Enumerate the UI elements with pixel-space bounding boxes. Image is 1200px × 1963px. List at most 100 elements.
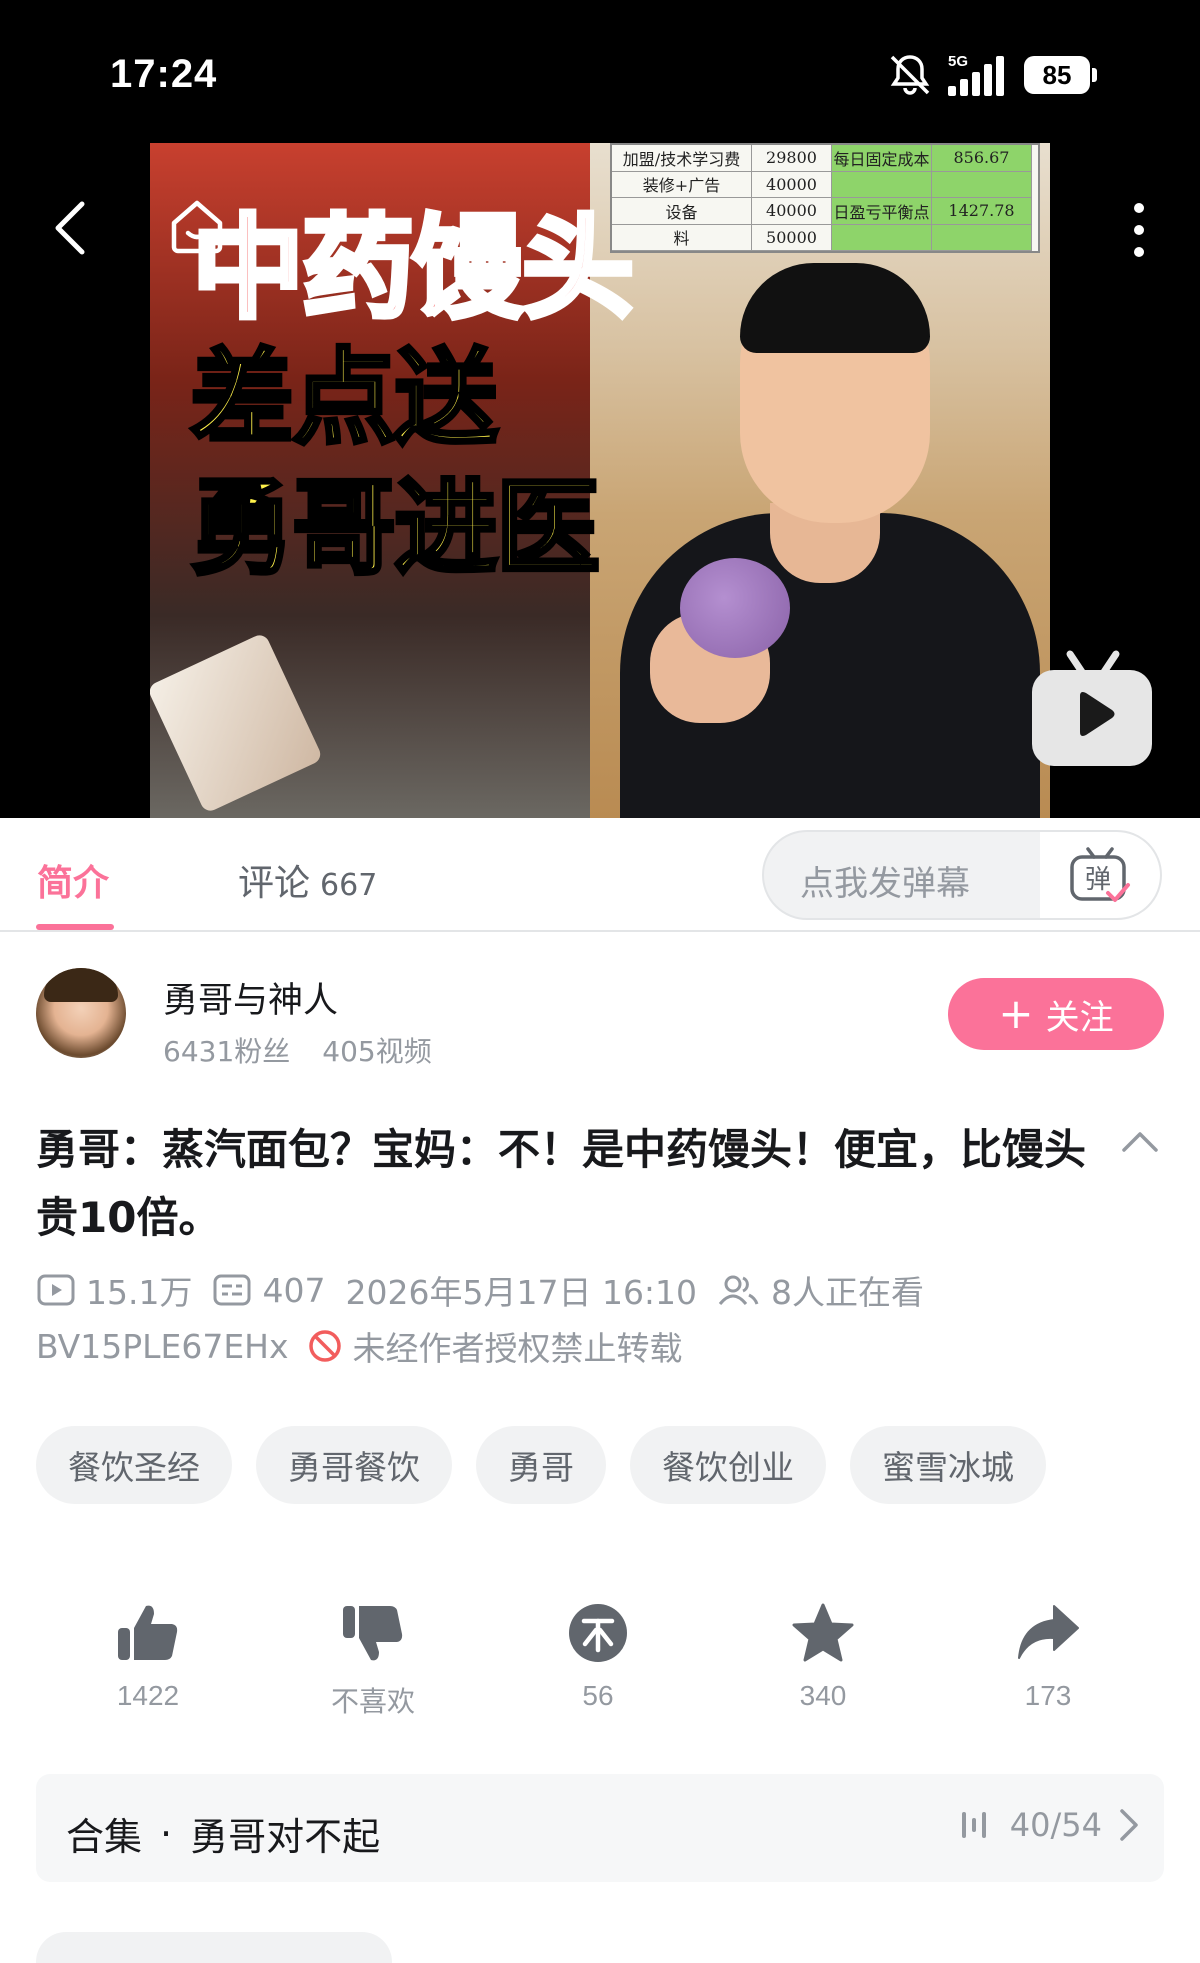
back-icon[interactable] xyxy=(50,198,90,258)
battery-indicator: 85 xyxy=(1024,56,1097,94)
author-videos: 405视频 xyxy=(322,1035,432,1068)
collection-progress-group: 40/54 xyxy=(960,1806,1140,1844)
detail-tabs: 简介 评论 667 点我发弹幕 弹 xyxy=(0,818,1200,932)
bell-off-icon xyxy=(890,55,930,95)
sheet-cell: 50000 xyxy=(752,224,832,251)
sheet-cell: 设备 xyxy=(612,198,752,225)
playlist-bars-icon xyxy=(961,1812,986,1838)
sheet-cell: 856.67 xyxy=(932,145,1032,172)
sheet-cell: 29800 xyxy=(752,145,832,172)
video-meta-secondary: BV15PLE67EHx 未经作者授权禁止转载 xyxy=(36,1322,683,1370)
play-count-icon xyxy=(37,1274,75,1306)
collection-progress: 40/54 xyxy=(1009,1806,1102,1844)
tab-intro[interactable]: 简介 xyxy=(37,854,109,906)
related-chip-partial[interactable] xyxy=(36,1932,392,1963)
steamed-bun xyxy=(680,558,790,658)
sheet-cell: 1427.78 xyxy=(932,198,1032,225)
follow-button[interactable]: + 关注 xyxy=(948,978,1164,1050)
bvid[interactable]: BV15PLE67EHx xyxy=(36,1327,289,1366)
tab-comments-count: 667 xyxy=(320,868,378,903)
action-bar: 1422 不喜欢 56 340 173 xyxy=(88,1600,1108,1720)
collection-card[interactable]: 合集 · 勇哥对不起 40/54 xyxy=(36,1774,1164,1882)
danmaku-count-icon xyxy=(213,1274,251,1306)
tag-chip[interactable]: 蜜雪冰城 xyxy=(850,1426,1046,1504)
favorite-count: 340 xyxy=(799,1680,847,1711)
danmaku-placeholder: 点我发弹幕 xyxy=(800,864,970,904)
dislike-label: 不喜欢 xyxy=(330,1686,415,1717)
sheet-cell: 日盈亏平衡点 xyxy=(832,198,932,225)
sheet-cell xyxy=(832,224,932,251)
thumbs-up-icon xyxy=(118,1605,178,1660)
collection-dot: · xyxy=(160,1811,173,1856)
coin-count: 56 xyxy=(582,1680,614,1711)
tab-active-indicator xyxy=(36,924,114,930)
more-icon[interactable] xyxy=(1126,200,1152,260)
like-count: 1422 xyxy=(116,1680,180,1711)
viewers-icon xyxy=(718,1275,759,1305)
tag-list: 餐饮圣经 勇哥餐饮 勇哥 餐饮创业 蜜雪冰城 xyxy=(36,1426,1046,1504)
cost-sheet: 加盟/技术学习费 29800 每日固定成本 856.67 装修+广告 40000… xyxy=(610,143,1040,253)
video-player[interactable]: 17:24 5G 85 加盟/技术学习费 29800 每日固定成本 856.67… xyxy=(0,0,1200,818)
sheet-cell: 料 xyxy=(612,224,752,251)
copyright-text: 未经作者授权禁止转载 xyxy=(352,1329,683,1368)
dislike-button[interactable]: 不喜欢 xyxy=(313,1600,433,1720)
like-button[interactable]: 1422 xyxy=(88,1600,208,1720)
sheet-cell: 40000 xyxy=(752,198,832,225)
status-time: 17:24 xyxy=(110,52,218,96)
home-icon[interactable] xyxy=(166,195,228,257)
danmaku-input[interactable]: 点我发弹幕 弹 xyxy=(762,830,1162,920)
play-icon[interactable] xyxy=(1030,648,1154,770)
sheet-cell: 每日固定成本 xyxy=(832,145,932,172)
share-count: 173 xyxy=(1024,1680,1072,1711)
tab-comments-label: 评论 xyxy=(238,863,311,904)
danmaku-stat: 407 xyxy=(212,1271,325,1310)
tab-comments[interactable]: 评论 667 xyxy=(238,854,377,906)
collection-name: 勇哥对不起 xyxy=(190,1815,381,1859)
thumbnail-caption-3: 勇哥进医 xyxy=(188,465,602,591)
follow-label: 关注 xyxy=(1045,997,1114,1038)
views-count: 15.1万 xyxy=(86,1273,193,1312)
copyright-notice: 未经作者授权禁止转载 xyxy=(307,1322,683,1370)
coin-button[interactable]: 56 xyxy=(538,1600,658,1720)
views-stat: 15.1万 xyxy=(36,1266,192,1314)
favorite-button[interactable]: 340 xyxy=(763,1600,883,1720)
share-icon xyxy=(1018,1605,1079,1659)
sheet-cell: 装修+广告 xyxy=(612,171,752,198)
sheet-cell: 40000 xyxy=(752,171,832,198)
author-fans: 6431粉丝 xyxy=(163,1035,291,1068)
danmaku-count: 407 xyxy=(262,1270,326,1310)
tag-chip[interactable]: 勇哥 xyxy=(476,1426,606,1504)
danmaku-toggle-button[interactable]: 弹 xyxy=(1040,832,1160,918)
sheet-cell xyxy=(832,171,932,198)
tag-chip[interactable]: 勇哥餐饮 xyxy=(256,1426,452,1504)
danmaku-icon: 弹 xyxy=(1070,847,1130,902)
tag-chip[interactable]: 餐饮圣经 xyxy=(36,1426,232,1504)
author-avatar[interactable] xyxy=(36,968,126,1058)
coin-icon xyxy=(569,1604,627,1662)
sheet-cell: 加盟/技术学习费 xyxy=(612,145,752,172)
chevron-up-icon[interactable] xyxy=(1120,1126,1160,1156)
author-stats: 6431粉丝 405视频 xyxy=(163,1030,432,1070)
plus-icon: + xyxy=(998,989,1034,1038)
danmaku-glyph: 弹 xyxy=(1085,865,1111,895)
watching-count: 8人正在看 xyxy=(771,1273,925,1312)
sheet-cell xyxy=(932,171,1032,198)
author-name[interactable]: 勇哥与神人 xyxy=(163,972,338,1023)
thumbs-down-icon xyxy=(343,1606,403,1661)
sheet-cell xyxy=(932,224,1032,251)
video-thumbnail[interactable]: 加盟/技术学习费 29800 每日固定成本 856.67 装修+广告 40000… xyxy=(150,143,1050,818)
signal-icon: 5G xyxy=(948,53,1004,96)
share-button[interactable]: 173 xyxy=(988,1600,1108,1720)
status-icons: 5G 85 xyxy=(886,50,1097,100)
chevron-right-icon xyxy=(1120,1809,1138,1841)
collection-title: 合集 · 勇哥对不起 xyxy=(66,1806,380,1861)
collection-label: 合集 xyxy=(66,1815,143,1859)
tag-chip[interactable]: 餐饮创业 xyxy=(630,1426,826,1504)
star-icon xyxy=(792,1603,854,1662)
video-meta: 15.1万 407 2026年5月17日 16:10 8人正在看 xyxy=(36,1266,944,1314)
prohibited-icon xyxy=(308,1330,341,1362)
thumbnail-caption-2: 差点送 xyxy=(188,335,500,461)
publish-date: 2026年5月17日 16:10 xyxy=(345,1273,698,1312)
video-title: 勇哥：蒸汽面包？宝妈：不！是中药馒头！便宜，比馒头贵10倍。 xyxy=(36,1125,1087,1242)
watching-stat: 8人正在看 xyxy=(717,1266,924,1314)
